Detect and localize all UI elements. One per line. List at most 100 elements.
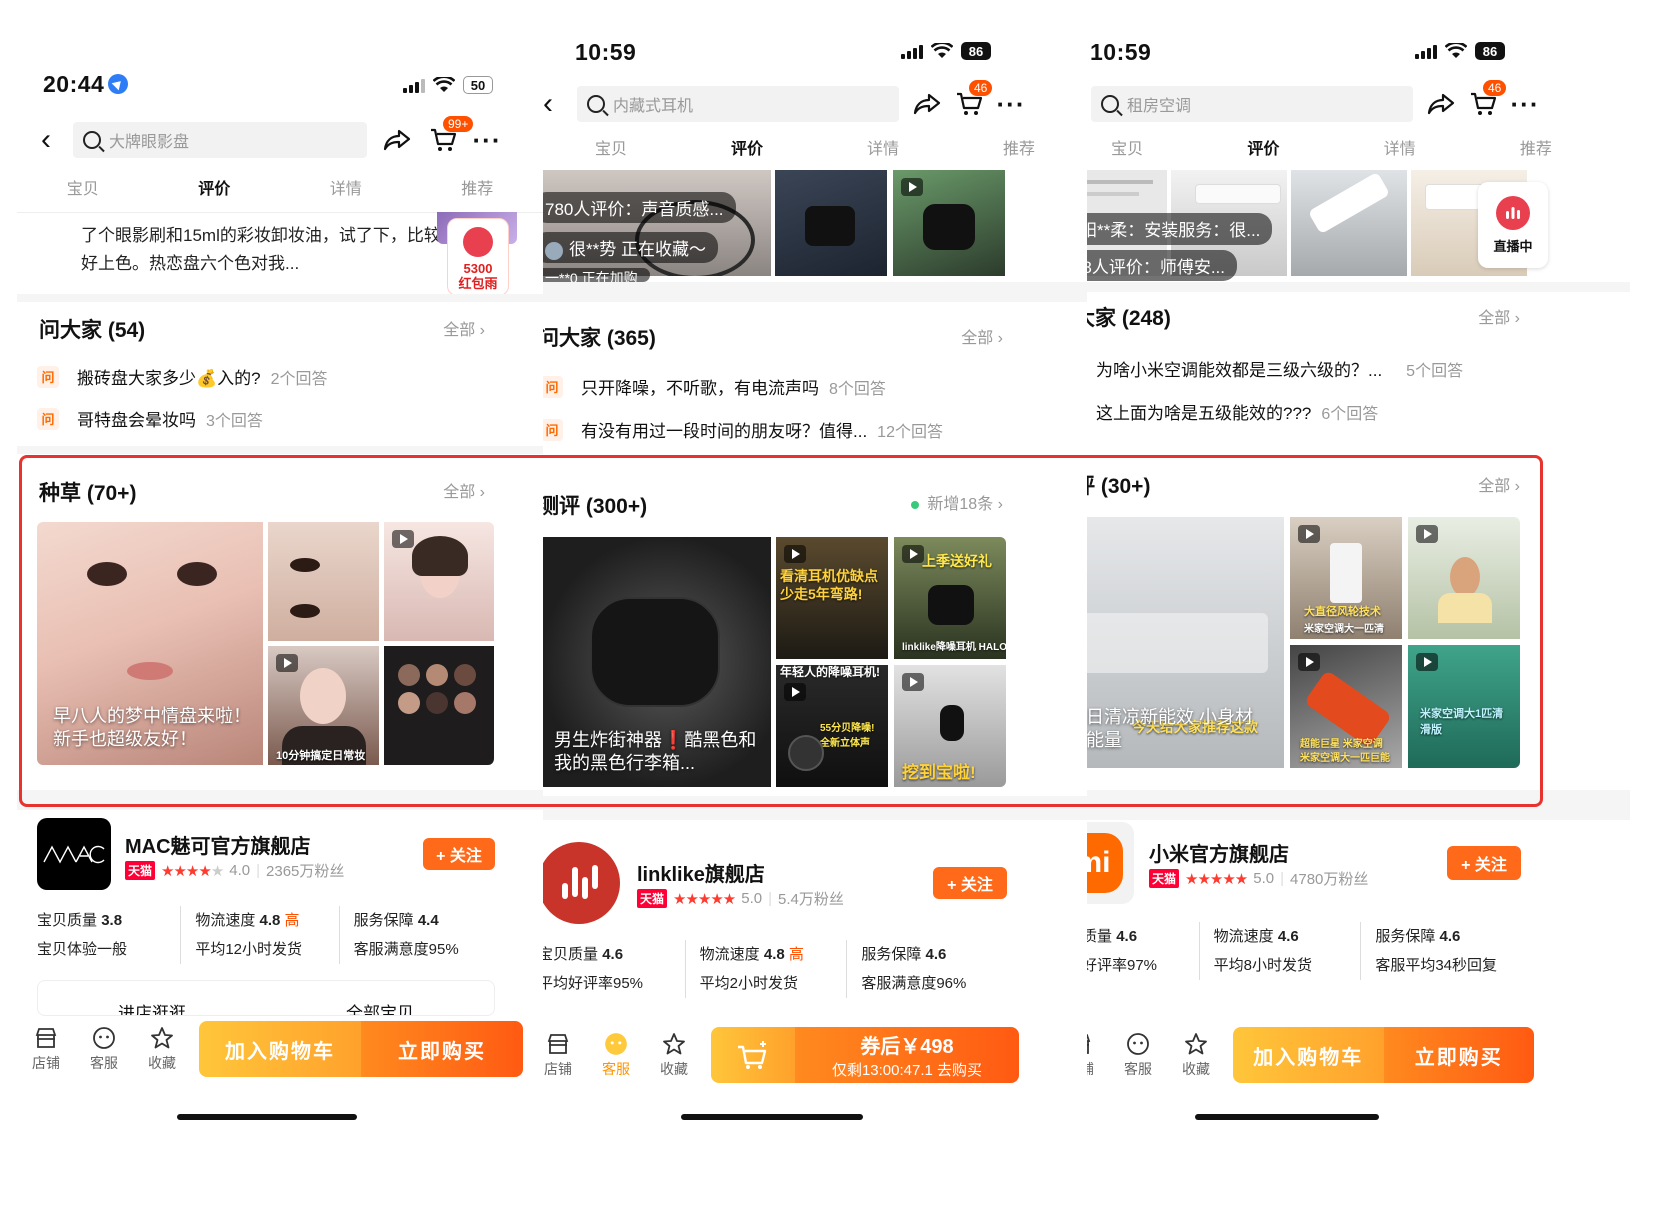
review-main-tile[interactable]: 男生炸街神器❗️酷黑色和我的黑色行李箱... xyxy=(543,537,771,787)
tab-recommend[interactable]: 推荐 xyxy=(1468,132,1604,168)
back-icon[interactable]: ‹ xyxy=(543,89,563,119)
review-media-tile[interactable] xyxy=(893,170,1005,276)
tab-details[interactable]: 详情 xyxy=(815,132,951,168)
review-tile[interactable]: 大直径风轮技术 米家空调大一匹清 xyxy=(1290,517,1402,639)
qa-item[interactable]: 问为啥小米空调能效都是三级六级的？...5个回答 xyxy=(1087,356,1520,381)
tab-recommend[interactable]: 推荐 xyxy=(412,172,544,208)
search-input[interactable]: 租房空调 xyxy=(1091,86,1413,122)
shop-label: 店铺 xyxy=(544,1061,572,1077)
review-media-tile[interactable] xyxy=(1291,170,1407,276)
search-icon xyxy=(83,131,101,149)
store-logo-xiaomi[interactable]: mi xyxy=(1087,822,1134,904)
service-button[interactable]: 客服 xyxy=(587,1031,645,1079)
favorite-button[interactable]: 收藏 xyxy=(1167,1031,1225,1079)
review-tile[interactable]: 挖到宝啦! xyxy=(894,665,1006,787)
store-name[interactable]: 小米官方旗舰店 xyxy=(1149,838,1289,867)
cart-add-button[interactable] xyxy=(711,1027,795,1083)
shop-button[interactable]: 店铺 xyxy=(17,1025,75,1073)
review-main-tile[interactable]: 今天给大家推荐这款 夏日清凉新能效 小身材大能量 xyxy=(1087,517,1284,768)
favorite-button[interactable]: 收藏 xyxy=(133,1025,191,1073)
qa-more-link[interactable]: 全部 › xyxy=(961,324,1003,348)
follow-button[interactable]: + 关注 xyxy=(1447,846,1521,880)
qa-more-link[interactable]: 全部 › xyxy=(1478,304,1520,328)
store-fans: 5.4万粉丝 xyxy=(778,891,844,908)
all-items-link[interactable]: 全部宝贝 xyxy=(266,981,494,1015)
buy-now-button[interactable]: 立即购买 xyxy=(1383,1027,1534,1083)
shop-icon xyxy=(33,1025,59,1051)
shop-icon xyxy=(545,1031,571,1057)
review-more-link[interactable]: 全部 › xyxy=(1478,472,1520,496)
store-name[interactable]: linklike旗舰店 xyxy=(637,858,765,887)
review-media-tile[interactable] xyxy=(775,170,887,276)
redpack-label: 红包雨 xyxy=(458,276,498,291)
grass-more-link[interactable]: 全部 › xyxy=(443,478,485,502)
back-icon[interactable]: ‹ xyxy=(31,125,61,155)
grass-main-tile[interactable]: 早八人的梦中情盘来啦！新手也超级友好！ xyxy=(37,522,263,765)
review-new-link[interactable]: 新增18条 › xyxy=(911,490,1003,514)
qa-answer-count: 8个回答 xyxy=(829,380,886,398)
qa-item[interactable]: 问有没有用过一段时间的朋友呀？值得... 12个回答 xyxy=(543,417,1009,442)
grass-tile[interactable] xyxy=(268,522,379,641)
tab-details[interactable]: 详情 xyxy=(1332,132,1468,168)
status-time: 10:59 xyxy=(575,39,637,65)
tab-recommend[interactable]: 推荐 xyxy=(951,132,1087,168)
review-tile[interactable]: 年轻人的降噪耳机! 55分贝降噪!全新立体声 xyxy=(776,665,888,787)
more-icon[interactable]: ··· xyxy=(993,86,1029,122)
qa-item[interactable]: 问只开降噪，不听歌，有电流声吗 8个回答 xyxy=(543,374,1009,399)
share-icon[interactable] xyxy=(909,86,945,122)
service-button[interactable]: 客服 xyxy=(1109,1031,1167,1079)
share-icon[interactable] xyxy=(379,122,415,158)
more-icon[interactable]: ··· xyxy=(469,122,505,158)
tab-item[interactable]: 宝贝 xyxy=(17,172,149,208)
shop-button[interactable]: 店铺 xyxy=(1087,1031,1109,1079)
review-tile[interactable]: 米家空调大1匹清滑版 xyxy=(1408,645,1520,768)
tab-item[interactable]: 宝贝 xyxy=(543,132,679,168)
redpack-widget[interactable]: 5300 红包雨 xyxy=(447,218,509,296)
enter-store-link[interactable]: 进店逛逛 xyxy=(38,981,266,1015)
grass-tile[interactable] xyxy=(384,646,494,765)
store-logo-mac[interactable] xyxy=(37,818,111,890)
favorite-button[interactable]: 收藏 xyxy=(645,1031,703,1079)
qa-more-link[interactable]: 全部 › xyxy=(443,316,485,340)
coupon-buy-button[interactable]: 券后￥498 仅剩13:00:47.1 去购买 xyxy=(795,1027,1019,1083)
review-count-pill[interactable]: 780人评价：声音质感... xyxy=(543,192,736,223)
question-badge: 问 xyxy=(37,407,59,430)
review-section-title: 测评 (300+) xyxy=(543,495,648,518)
review-count-pill[interactable]: 2458人评价：师傅安... xyxy=(1087,250,1237,281)
cart-icon[interactable]: 46 xyxy=(1465,80,1507,122)
qa-item[interactable]: 问搬砖盘大家多少💰入的? 2个回答 xyxy=(37,364,523,389)
tab-item[interactable]: 宝贝 xyxy=(1087,132,1195,168)
more-icon[interactable]: ··· xyxy=(1507,86,1543,122)
share-icon[interactable] xyxy=(1423,86,1459,122)
review-tile[interactable] xyxy=(1408,517,1520,639)
cart-icon[interactable]: 46 xyxy=(951,80,993,122)
review-tile[interactable]: 超能巨星 米家空调 米家空调大一匹巨能 xyxy=(1290,645,1402,768)
store-logo-linklike[interactable] xyxy=(543,842,620,924)
review-tile[interactable]: 看清耳机优缺点少走5年弯路! xyxy=(776,537,888,659)
question-badge: 问 xyxy=(37,365,59,388)
grass-tile[interactable]: 10分钟搞定日常妆 xyxy=(268,646,379,765)
chat-line xyxy=(1087,192,1139,196)
search-input[interactable]: 大牌眼影盘 xyxy=(73,122,367,158)
add-to-cart-button[interactable]: 加入购物车 xyxy=(1233,1027,1384,1083)
store-name[interactable]: MAC魅可官方旗舰店 xyxy=(125,830,311,859)
review-tile[interactable]: 上季送好礼 linklike降噪耳机 HALO xyxy=(894,537,1006,659)
qa-item[interactable]: 问哥特盘会晕妆吗 3个回答 xyxy=(37,406,523,431)
tab-reviews[interactable]: 评价 xyxy=(149,172,281,208)
section-divider xyxy=(1087,790,1630,820)
tab-reviews[interactable]: 评价 xyxy=(679,132,815,168)
live-button[interactable]: 直播中 xyxy=(1478,182,1548,268)
tab-reviews[interactable]: 评价 xyxy=(1195,132,1331,168)
follow-button[interactable]: + 关注 xyxy=(423,838,495,870)
grass-tile[interactable] xyxy=(384,522,494,641)
follow-button[interactable]: + 关注 xyxy=(933,867,1007,899)
qa-item[interactable]: 问这上面为啥是五级能效的???6个回答 xyxy=(1087,399,1520,424)
tmall-badge: 天猫 xyxy=(1149,869,1180,888)
search-input[interactable]: 内藏式耳机 xyxy=(577,86,899,122)
service-button[interactable]: 客服 xyxy=(75,1025,133,1073)
shop-button[interactable]: 店铺 xyxy=(543,1031,587,1079)
tab-details[interactable]: 详情 xyxy=(280,172,412,208)
add-to-cart-button[interactable]: 加入购物车 xyxy=(199,1021,361,1077)
buy-now-button[interactable]: 立即购买 xyxy=(361,1021,523,1077)
cart-icon[interactable]: 99+ xyxy=(425,116,474,158)
